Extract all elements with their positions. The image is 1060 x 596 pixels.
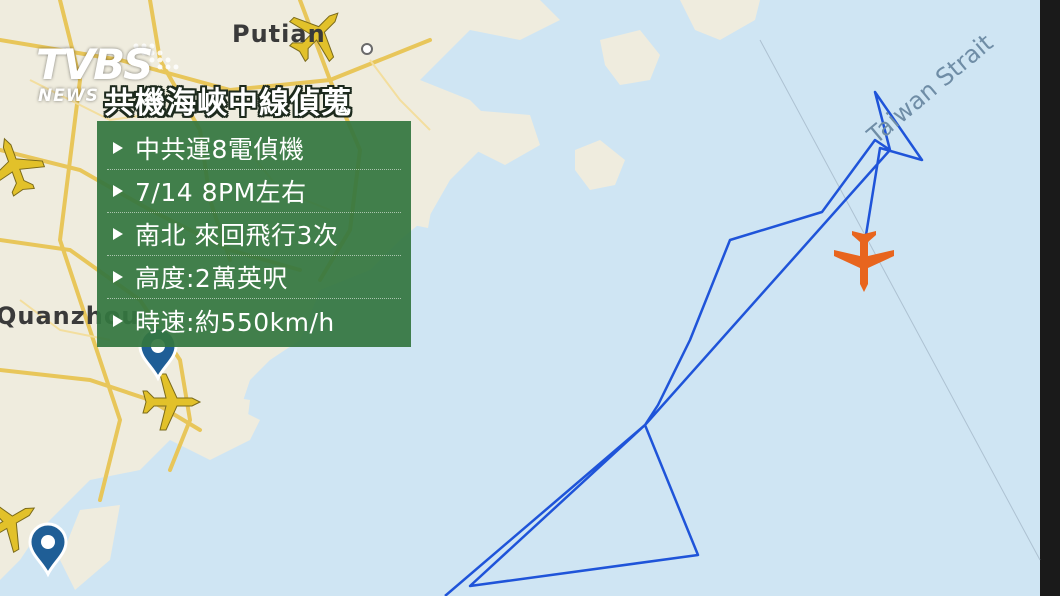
info-item-route: 南北 來回飛行3次 xyxy=(135,221,339,250)
info-row: 南北 來回飛行3次 xyxy=(107,213,401,256)
dark-edge xyxy=(1040,0,1060,596)
info-item-aircraft: 中共運8電偵機 xyxy=(135,135,305,164)
info-row: 7/14 8PM左右 xyxy=(107,170,401,213)
triangle-bullet-icon xyxy=(113,228,123,240)
headline: 共機海峽中線偵蒐 xyxy=(104,86,352,121)
info-row: 中共運8電偵機 xyxy=(107,127,401,170)
logo-sub: NEWS xyxy=(38,86,99,106)
triangle-bullet-icon xyxy=(113,185,123,197)
news-screen: Putian Quanzhou Taiwan Strait TVBS NEWS … xyxy=(0,0,1060,596)
info-item-speed: 時速:約550km/h xyxy=(135,307,335,337)
map-marker-dot xyxy=(361,43,373,55)
info-panel: 中共運8電偵機 7/14 8PM左右 南北 來回飛行3次 高度:2萬英呎 時速:… xyxy=(97,121,411,347)
triangle-bullet-icon xyxy=(113,271,123,283)
info-row: 高度:2萬英呎 xyxy=(107,256,401,299)
city-label-putian: Putian xyxy=(232,20,326,48)
info-row: 時速:約550km/h xyxy=(107,299,401,342)
triangle-bullet-icon xyxy=(113,314,123,327)
info-item-time: 7/14 8PM左右 xyxy=(135,178,307,207)
triangle-bullet-icon xyxy=(113,142,123,154)
info-item-altitude: 高度:2萬英呎 xyxy=(135,264,288,293)
